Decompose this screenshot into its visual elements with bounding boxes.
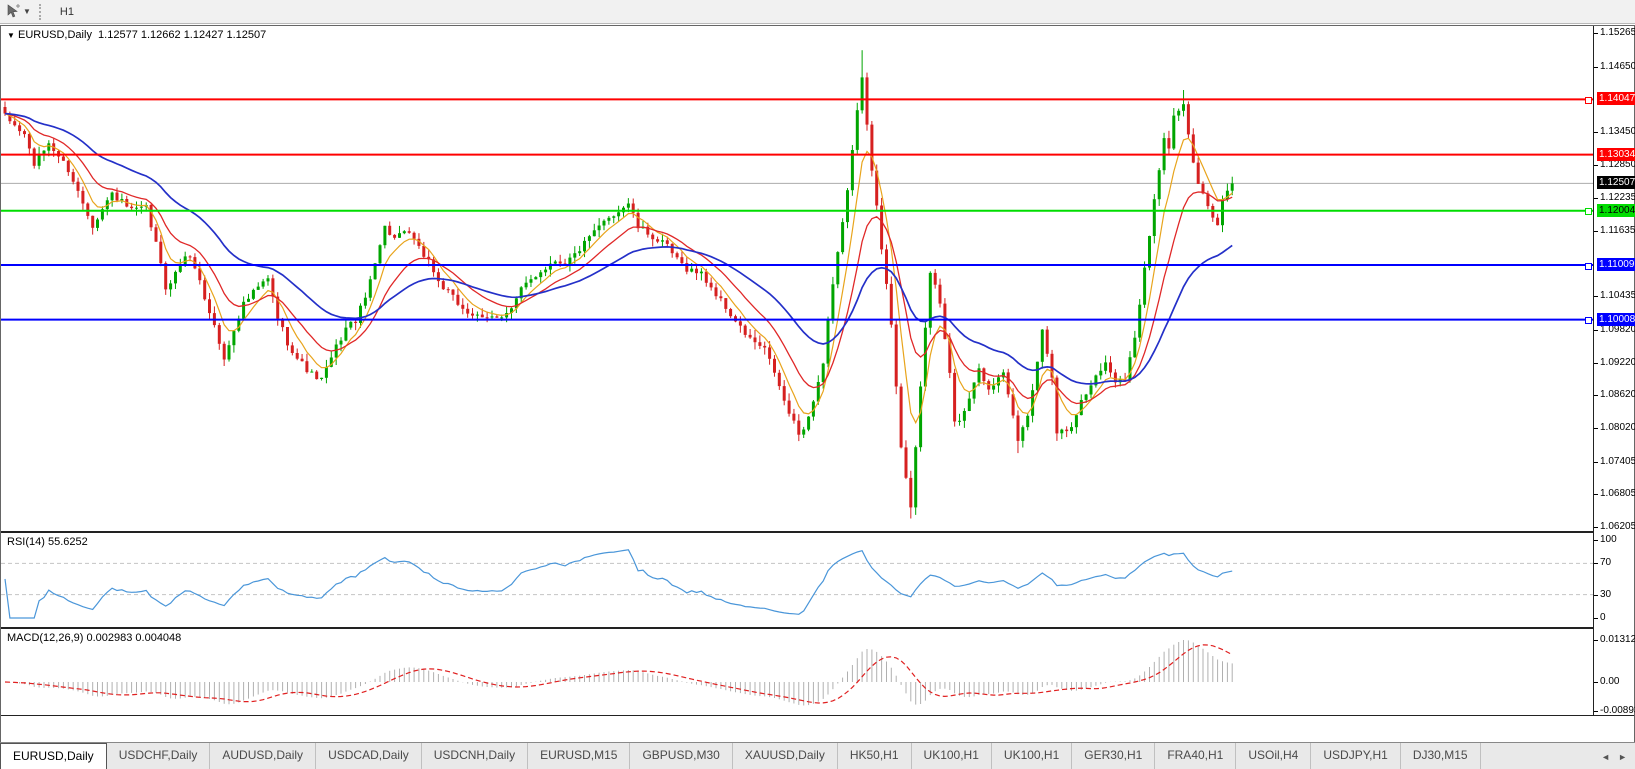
rsi-tick-label: 30 bbox=[1600, 589, 1612, 600]
rsi-tick-label: 70 bbox=[1600, 557, 1612, 568]
level-price-label[interactable]: 1.14047 bbox=[1597, 92, 1635, 105]
chart-tab-ger30-h1[interactable]: GER30,H1 bbox=[1072, 743, 1156, 769]
caret-down-icon[interactable]: ▼ bbox=[23, 7, 31, 16]
cursor-tool-icon[interactable] bbox=[4, 3, 22, 21]
price-tick-label: 1.13450 bbox=[1600, 126, 1635, 137]
price-tick-label: 1.07405 bbox=[1600, 456, 1635, 467]
chart-tab-audusd-daily[interactable]: AUDUSD,Daily bbox=[210, 743, 317, 769]
current-price-label[interactable]: 1.12507 bbox=[1597, 176, 1635, 189]
price-tick bbox=[1594, 67, 1598, 68]
macd-tick bbox=[1594, 640, 1598, 641]
rsi-indicator-pane[interactable] bbox=[1, 533, 1593, 627]
price-tick bbox=[1594, 527, 1598, 528]
price-tick bbox=[1594, 132, 1598, 133]
level-price-label[interactable]: 1.13034 bbox=[1597, 148, 1635, 161]
macd-tick-label: -0.00893 bbox=[1600, 705, 1635, 716]
rsi-tick bbox=[1594, 563, 1598, 564]
rsi-label: RSI(14) 55.6252 bbox=[7, 536, 88, 548]
chart-tabs: EURUSD,Daily USDCHF,Daily AUDUSD,Daily USDC… bbox=[0, 743, 1481, 769]
price-tick-label: 1.14650 bbox=[1600, 61, 1635, 72]
price-axis-line bbox=[1593, 26, 1594, 715]
price-tick-label: 1.08020 bbox=[1600, 422, 1635, 433]
line-drag-handle[interactable] bbox=[1585, 97, 1592, 104]
chart-tab-usoil-h4[interactable]: USOil,H4 bbox=[1236, 743, 1312, 769]
price-tick-label: 1.08620 bbox=[1600, 389, 1635, 400]
line-drag-handle[interactable] bbox=[1585, 208, 1592, 215]
chart-tab-usdjpy-h1[interactable]: USDJPY,H1 bbox=[1311, 743, 1401, 769]
level-price-label[interactable]: 1.12004 bbox=[1597, 204, 1635, 217]
price-tick bbox=[1594, 33, 1598, 34]
chart-tab-dj30-m15[interactable]: DJ30,M15 bbox=[1401, 743, 1481, 769]
price-tick bbox=[1594, 296, 1598, 297]
chart-tab-usdchf-daily[interactable]: USDCHF,Daily bbox=[107, 743, 211, 769]
chart-tab-hk50-h1[interactable]: HK50,H1 bbox=[838, 743, 912, 769]
symbol-dropdown-icon[interactable]: ▼ bbox=[7, 31, 15, 40]
price-tick-label: 1.10435 bbox=[1600, 290, 1635, 301]
rsi-tick-label: 100 bbox=[1600, 534, 1617, 545]
chart-tab-xauusd-daily[interactable]: XAUUSD,Daily bbox=[733, 743, 838, 769]
level-price-label[interactable]: 1.11009 bbox=[1597, 258, 1635, 271]
toolbar-drag-handle[interactable] bbox=[38, 3, 44, 20]
rsi-tick-label: 0 bbox=[1600, 612, 1606, 623]
macd-tick-label: 0.013121 bbox=[1600, 634, 1635, 645]
macd-indicator-pane[interactable] bbox=[1, 629, 1593, 715]
rsi-tick bbox=[1594, 618, 1598, 619]
pane-separator bbox=[1, 715, 1634, 716]
rsi-tick bbox=[1594, 540, 1598, 541]
tab-scroll-left-icon[interactable]: ◄ bbox=[1601, 752, 1610, 762]
price-tick-label: 1.12235 bbox=[1600, 192, 1635, 203]
toolbar: ▼ M1M5M15M30H1H4D1W1MN bbox=[0, 0, 1635, 90]
chart-tab-gbpusd-m30[interactable]: GBPUSD,M30 bbox=[630, 743, 733, 769]
price-tick-label: 1.06205 bbox=[1600, 521, 1635, 532]
price-tick bbox=[1594, 494, 1598, 495]
price-tick bbox=[1594, 198, 1598, 199]
macd-label: MACD(12,26,9) 0.002983 0.004048 bbox=[7, 632, 182, 644]
price-tick bbox=[1594, 330, 1598, 331]
chart-window: ▼ EURUSD,Daily 1.12577 1.12662 1.12427 1… bbox=[0, 25, 1635, 760]
chart-tab-eurusd-daily[interactable]: EURUSD,Daily bbox=[0, 743, 107, 769]
price-tick bbox=[1594, 462, 1598, 463]
tab-scroll-right-icon[interactable]: ► bbox=[1618, 752, 1627, 762]
line-drag-handle[interactable] bbox=[1585, 263, 1592, 270]
price-tick-label: 1.11635 bbox=[1600, 225, 1635, 236]
price-tick bbox=[1594, 395, 1598, 396]
price-tick bbox=[1594, 165, 1598, 166]
chart-tab-usdcad-daily[interactable]: USDCAD,Daily bbox=[316, 743, 422, 769]
macd-tick bbox=[1594, 682, 1598, 683]
chart-tab-uk100-h1[interactable]: UK100,H1 bbox=[912, 743, 992, 769]
price-tick bbox=[1594, 231, 1598, 232]
chart-tab-uk100-h1[interactable]: UK100,H1 bbox=[992, 743, 1073, 769]
line-drag-handle[interactable] bbox=[1585, 317, 1592, 324]
chart-tab-eurusd-m15[interactable]: EURUSD,M15 bbox=[528, 743, 631, 769]
rsi-tick bbox=[1594, 595, 1598, 596]
price-tick-label: 1.06805 bbox=[1600, 488, 1635, 499]
tab-scroll-arrows: ◄ ► bbox=[1601, 743, 1635, 769]
price-tick-label: 1.09220 bbox=[1600, 357, 1635, 368]
price-tick-label: 1.15265 bbox=[1600, 27, 1635, 38]
level-price-label[interactable]: 1.10008 bbox=[1597, 313, 1635, 326]
chart-title: ▼ EURUSD,Daily 1.12577 1.12662 1.12427 1… bbox=[7, 29, 267, 41]
chart-tab-bar: EURUSD,Daily USDCHF,Daily AUDUSD,Daily USDC… bbox=[0, 742, 1635, 769]
price-tick bbox=[1594, 428, 1598, 429]
chart-tab-usdcnh-daily[interactable]: USDCNH,Daily bbox=[422, 743, 529, 769]
macd-tick bbox=[1594, 711, 1598, 712]
price-tick bbox=[1594, 363, 1598, 364]
macd-tick-label: 0.00 bbox=[1600, 676, 1620, 687]
timeframe-button-h1[interactable]: H1 bbox=[51, 3, 90, 21]
price-chart-pane[interactable] bbox=[1, 26, 1593, 531]
mt4-window: ▼ M1M5M15M30H1H4D1W1MN ▼ EURUSD,Daily 1.… bbox=[0, 0, 1635, 769]
chart-tab-fra40-h1[interactable]: FRA40,H1 bbox=[1155, 743, 1237, 769]
